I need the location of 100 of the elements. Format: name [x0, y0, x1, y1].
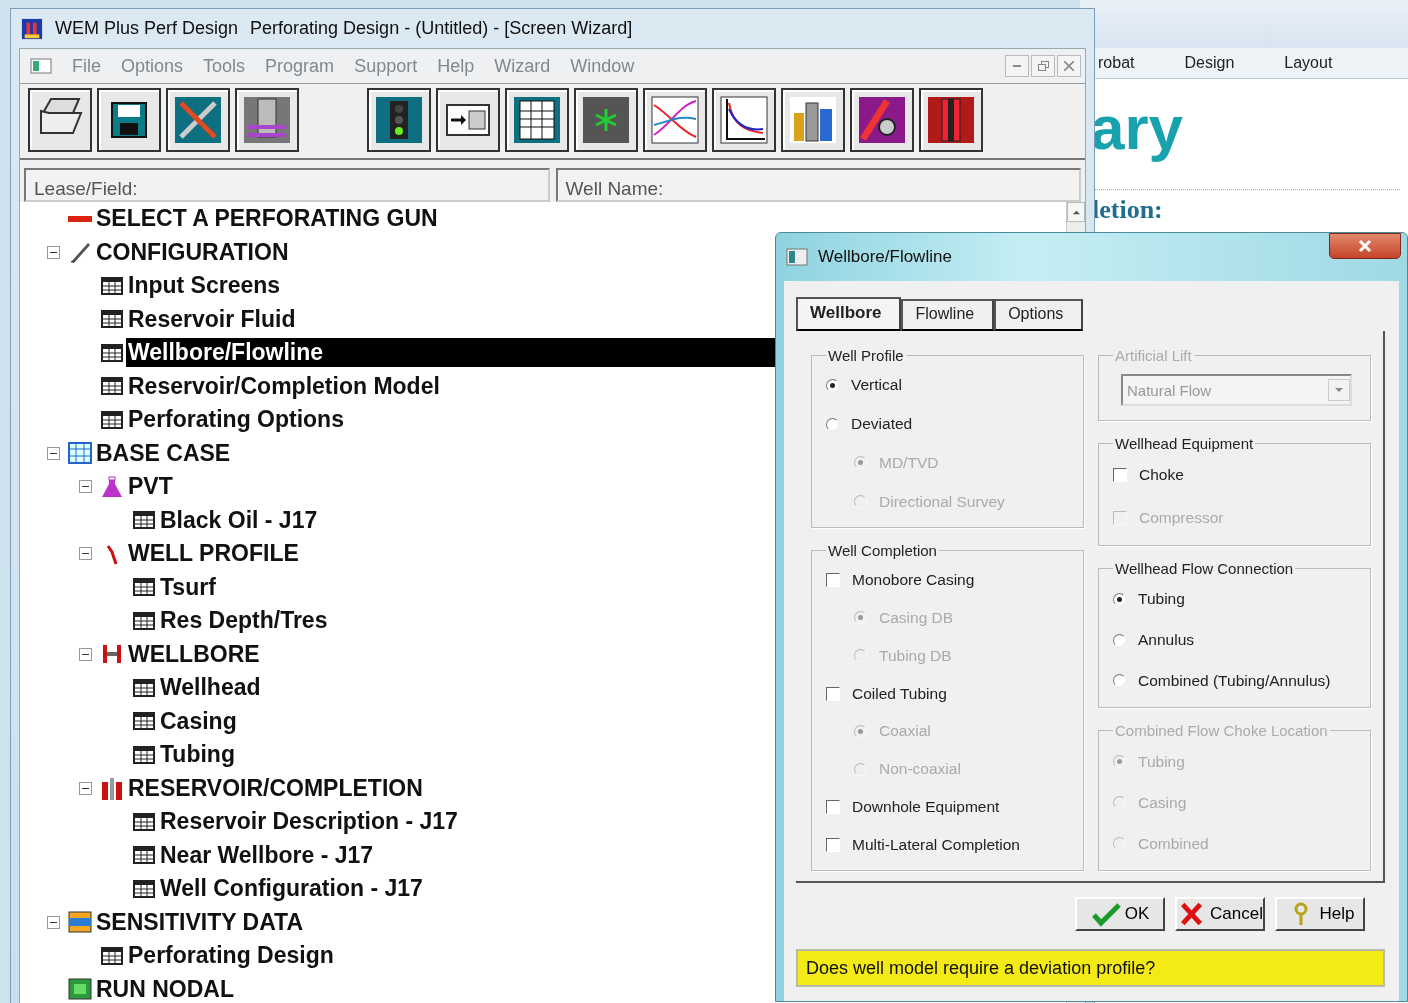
dialog-button[interactable]: Help [1275, 897, 1365, 931]
option-label: Deviated [851, 415, 913, 434]
close-button[interactable] [1329, 233, 1401, 259]
tab[interactable]: Wellbore [796, 297, 902, 331]
toolbar-button[interactable] [781, 88, 845, 152]
tree-item[interactable]: Reservoir/Completion Model [126, 371, 442, 401]
toolbar-button[interactable] [97, 88, 161, 152]
text-field[interactable]: Well Name: [555, 168, 1081, 202]
toolbar-button[interactable] [436, 88, 500, 152]
bars-icon [100, 776, 124, 801]
tree-item[interactable]: Near Wellbore - J17 [158, 840, 376, 870]
option-label: Casing DB [879, 608, 954, 627]
tree-item[interactable]: BASE CASE [94, 438, 233, 468]
option-label: Non-coaxial [879, 760, 961, 779]
table-icon [512, 95, 562, 145]
tank-icon [242, 95, 292, 145]
toolbar-button[interactable] [505, 88, 569, 152]
minimize-button[interactable] [1005, 55, 1029, 77]
tree-item[interactable]: SENSITIVITY DATA [94, 907, 306, 937]
option-label: Coiled Tubing [852, 684, 947, 703]
group-title: Wellhead Flow Connection [1114, 559, 1295, 577]
checkbox[interactable] [826, 572, 840, 587]
radio-button[interactable] [1113, 633, 1126, 647]
flask-icon [100, 474, 124, 499]
collapse-toggle[interactable] [78, 781, 92, 795]
tree-item[interactable]: SELECT A PERFORATING GUN [94, 204, 440, 234]
asterisk-icon [581, 95, 631, 145]
tree-item[interactable]: Reservoir Description - J17 [158, 807, 460, 837]
option-label: Casing [1138, 793, 1187, 812]
dialog-button[interactable]: OK [1075, 897, 1165, 931]
ribbon-tab[interactable]: robat [1098, 54, 1135, 72]
window-title: WEM Plus Perf Design [55, 18, 239, 39]
toolbar-button[interactable] [643, 88, 707, 152]
option-label: Annulus [1138, 631, 1194, 650]
tree-item[interactable]: Reservoir Fluid [126, 304, 298, 334]
tree-item[interactable]: Well Configuration - J17 [158, 874, 425, 904]
toolbar-button[interactable] [574, 88, 638, 152]
tree-item[interactable]: CONFIGURATION [94, 237, 291, 267]
toolbar-button[interactable] [919, 88, 983, 152]
tree-item[interactable]: Input Screens [126, 271, 283, 301]
group-title: Artificial Lift [1114, 347, 1193, 364]
option-label: Tubing DB [879, 646, 952, 665]
collapse-toggle[interactable] [46, 245, 60, 259]
tree-item[interactable]: Tsurf [158, 572, 218, 602]
tree-item[interactable]: Black Oil - J17 [158, 505, 320, 535]
option-label: Directional Survey [879, 492, 1005, 511]
tree-item[interactable]: Res Depth/Tres [158, 606, 330, 636]
checkbox[interactable] [826, 800, 840, 815]
restore-button[interactable] [1031, 55, 1055, 77]
toolbar-button[interactable] [166, 88, 230, 152]
radio-button[interactable] [826, 378, 839, 392]
tree-item[interactable]: Tubing [158, 740, 237, 770]
option-label: Monobore Casing [852, 570, 975, 589]
radio-button[interactable] [1113, 674, 1126, 688]
collapse-toggle[interactable] [78, 547, 92, 561]
option-label: Coaxial [879, 722, 931, 741]
option-label: Combined [1138, 834, 1209, 853]
restore-icon [1037, 61, 1049, 71]
ribbon-tab[interactable]: Layout [1284, 54, 1333, 72]
close-icon [1357, 238, 1373, 254]
toolbar-button[interactable] [28, 88, 92, 152]
collapse-toggle[interactable] [78, 647, 92, 661]
tree-item[interactable]: Perforating Design [126, 941, 336, 971]
checkmark-icon [1090, 901, 1121, 927]
toolbar-button[interactable] [712, 88, 776, 152]
radio-button[interactable] [1113, 592, 1126, 606]
text-field[interactable]: Lease/Field: [24, 168, 550, 202]
tab[interactable]: Options [994, 299, 1084, 331]
checkbox[interactable] [826, 838, 840, 853]
toolbar-button[interactable] [850, 88, 914, 152]
ribbon-tab[interactable]: Design [1184, 54, 1235, 72]
tree-item[interactable]: RESERVOIR/COMPLETION [126, 773, 425, 803]
tree-item[interactable]: Casing [158, 706, 239, 736]
tree-item[interactable]: Wellhead [158, 673, 263, 703]
chart-icon [719, 95, 769, 145]
collapse-toggle[interactable] [46, 915, 60, 929]
status-message: Does well model require a deviation profile? [796, 949, 1385, 987]
group-title: Well Completion [827, 542, 938, 559]
collapse-toggle[interactable] [78, 480, 92, 494]
group-title: Well Profile [827, 347, 905, 364]
tab[interactable]: Flowline [901, 299, 995, 331]
toolbar-button[interactable] [367, 88, 431, 152]
tree-item[interactable]: Perforating Options [126, 405, 346, 435]
checkbox[interactable] [1113, 468, 1127, 483]
tree-item[interactable]: WELL PROFILE [126, 539, 301, 569]
tree-item[interactable]: WELLBORE [126, 639, 262, 669]
collapse-toggle[interactable] [46, 446, 60, 460]
close-icon [1064, 61, 1074, 71]
field-label: Lease/Field: [34, 178, 138, 200]
square-icon [68, 977, 92, 1002]
radio-button[interactable] [826, 417, 839, 431]
document-icon [30, 57, 52, 75]
stack-icon [68, 910, 92, 935]
checkbox[interactable] [826, 686, 840, 701]
dialog-button[interactable]: Cancel [1175, 897, 1265, 931]
minimize-icon [1013, 65, 1021, 67]
tree-item[interactable]: RUN NODAL [94, 974, 236, 1003]
tree-item[interactable]: PVT [126, 472, 175, 502]
pipe-icon [926, 95, 976, 145]
toolbar-button[interactable] [235, 88, 299, 152]
